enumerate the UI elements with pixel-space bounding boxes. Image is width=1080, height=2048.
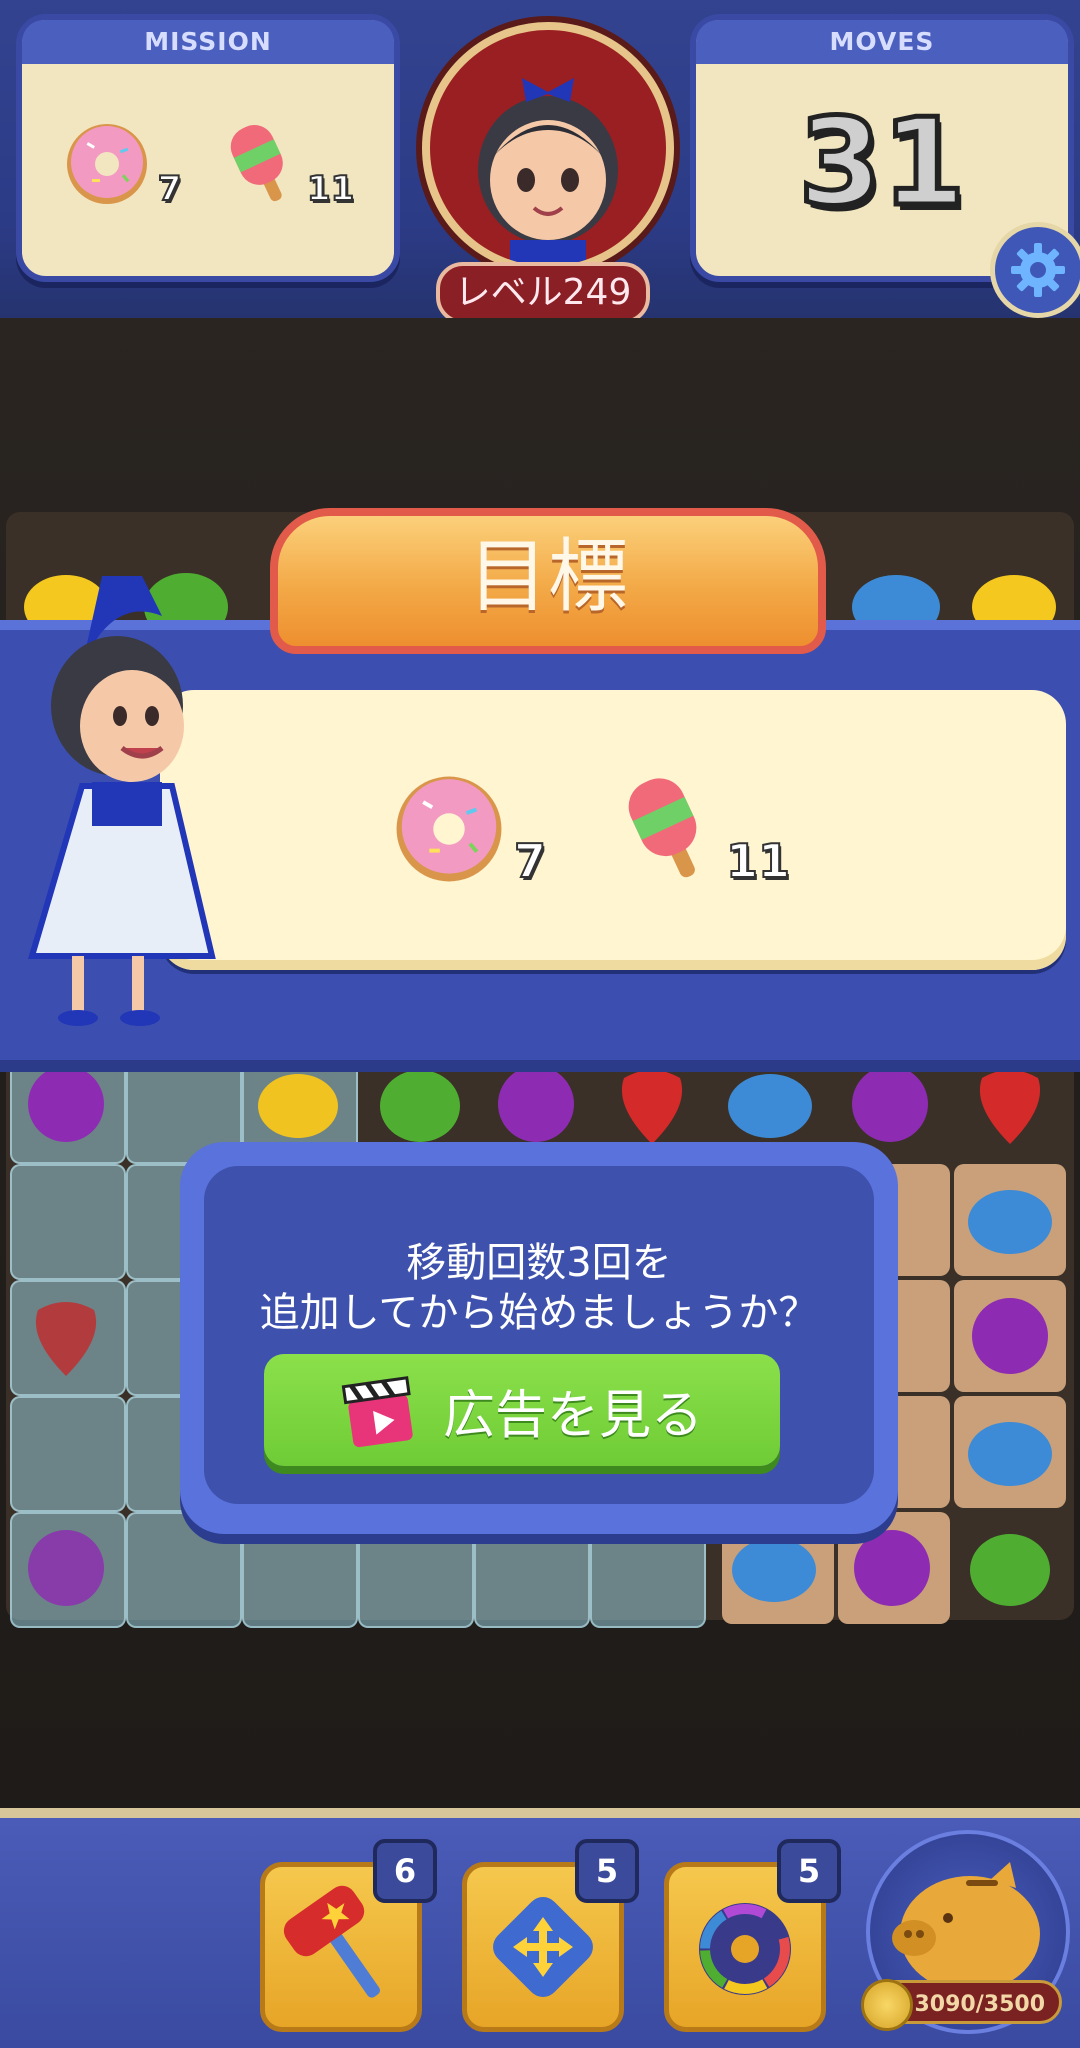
- coin-counter: 3090/3500: [861, 1979, 1062, 2031]
- goal-items: 7 11: [390, 770, 791, 889]
- blueberry-candy[interactable]: [962, 1172, 1058, 1272]
- donut-icon: [396, 776, 502, 882]
- mascot-character: [22, 556, 222, 1026]
- grape-candy[interactable]: [962, 1288, 1058, 1388]
- booster-count-swap: 5: [575, 1839, 639, 1903]
- mission-count-popsicle: 11: [306, 168, 355, 210]
- watch-ad-button[interactable]: 広告を見る: [264, 1354, 780, 1466]
- top-hud: MISSION 7 11 レベル249 MOVES 31: [0, 0, 1080, 326]
- goal-item-donut: 7: [390, 770, 547, 889]
- mission-panel: MISSION 7 11: [16, 14, 400, 282]
- player-avatar: [422, 22, 674, 274]
- booster-count-hammer: 6: [373, 1839, 437, 1903]
- blueberry-candy[interactable]: [962, 1404, 1058, 1504]
- booster-count-rainbow: 5: [777, 1839, 841, 1903]
- coin-count: 3090/3500: [914, 1992, 1046, 2017]
- settings-button[interactable]: [990, 222, 1080, 318]
- mission-label: MISSION: [22, 20, 394, 64]
- goal-title: 目標: [270, 508, 826, 654]
- mission-count-donut: 7: [157, 168, 183, 210]
- watch-ad-label: 広告を見る: [442, 1385, 703, 1446]
- apple-candy[interactable]: [962, 1520, 1058, 1620]
- popsicle-icon: [230, 125, 283, 202]
- gear-icon: [1011, 243, 1065, 297]
- strawberry-candy[interactable]: [18, 1288, 114, 1388]
- moves-label: MOVES: [696, 20, 1068, 64]
- dialog-message-line2: 追加してから始めましょうか？: [259, 1290, 819, 1336]
- goal-count-popsicle: 11: [725, 833, 791, 889]
- extra-moves-dialog: 移動回数3回を 追加してから始めましょうか？ 広告を見る: [180, 1142, 898, 1534]
- coin-icon: [861, 1979, 913, 2031]
- dialog-message: 移動回数3回を 追加してから始めましょうか？: [204, 1238, 874, 1338]
- booster-hammer[interactable]: 6: [260, 1839, 437, 2032]
- video-clapper-icon: [341, 1376, 413, 1448]
- blueberry-candy[interactable]: [726, 1520, 822, 1620]
- mission-item-donut: 7: [62, 119, 183, 210]
- goal-count-donut: 7: [513, 833, 547, 889]
- goal-item-popsicle: 11: [616, 770, 791, 889]
- donut-icon: [66, 124, 147, 204]
- dialog-message-line1: 移動回数3回を: [406, 1240, 672, 1286]
- grape-candy[interactable]: [18, 1520, 114, 1620]
- booster-swap[interactable]: 5: [462, 1839, 639, 2032]
- grape-candy[interactable]: [844, 1520, 940, 1620]
- booster-rainbow-donut[interactable]: 5: [664, 1839, 841, 2032]
- popsicle-icon: [628, 778, 697, 878]
- mission-item-popsicle: 11: [221, 119, 355, 210]
- level-badge: レベル249: [436, 262, 650, 324]
